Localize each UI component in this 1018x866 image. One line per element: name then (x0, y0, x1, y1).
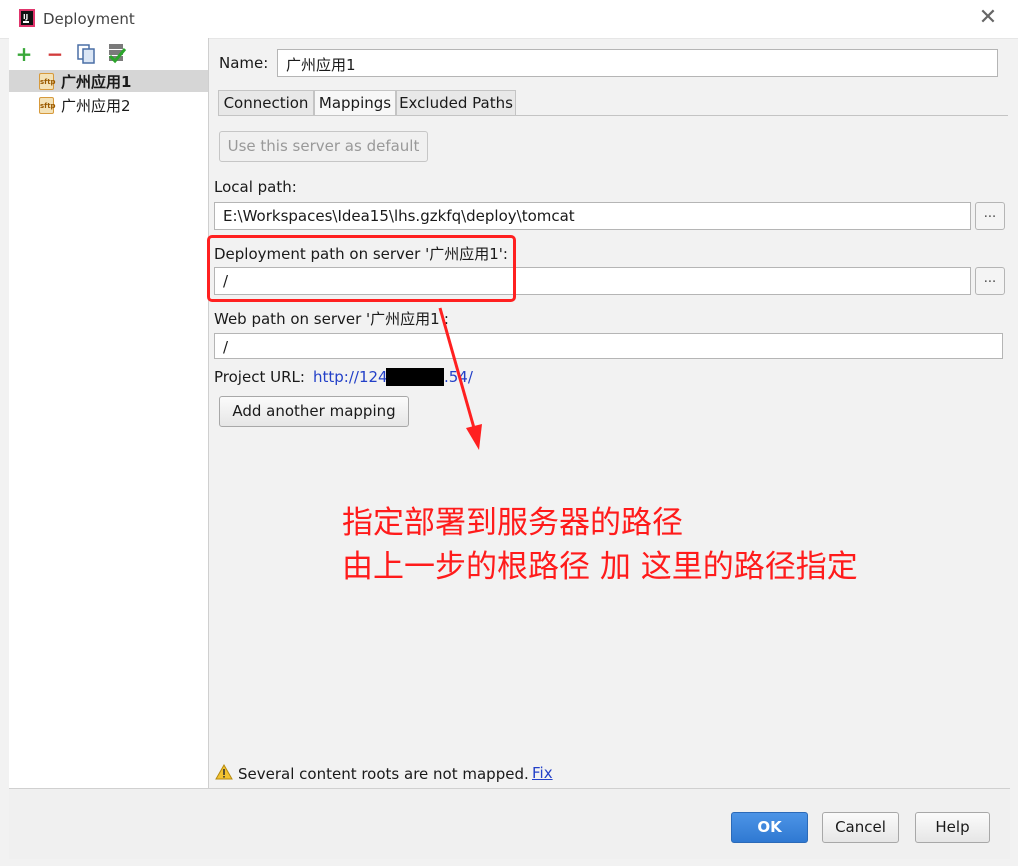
minus-icon[interactable]: − (45, 44, 65, 64)
name-input[interactable]: 广州应用1 (277, 49, 998, 77)
web-path-input[interactable]: / (214, 333, 1003, 359)
close-icon[interactable]: ✕ (976, 6, 1000, 30)
local-path-input[interactable]: E:\Workspaces\Idea15\lhs.gzkfq\deploy\to… (214, 202, 971, 230)
local-path-browse-button[interactable]: ... (975, 202, 1005, 230)
sftp-icon: sftp (39, 97, 56, 114)
server-list-item[interactable]: sftp 广州应用2 (9, 94, 208, 116)
annotation-highlight-box (207, 235, 516, 302)
server-list-item[interactable]: sftp 广州应用1 (9, 70, 208, 92)
use-as-default-button[interactable]: Use this server as default (219, 131, 428, 162)
check-server-icon[interactable] (107, 43, 127, 64)
warning-icon (215, 764, 233, 780)
add-mapping-button[interactable]: Add another mapping (219, 396, 409, 427)
web-path-label: Web path on server '广州应用1': (214, 310, 449, 328)
fix-link[interactable]: Fix (532, 764, 553, 782)
sftp-icon: sftp (39, 73, 56, 90)
tab-mappings[interactable]: Mappings (314, 90, 396, 116)
tab-excluded-paths[interactable]: Excluded Paths (396, 90, 516, 116)
name-label: Name: (219, 54, 269, 72)
annotation-line-1: 指定部署到服务器的路径 (342, 505, 683, 541)
local-path-label: Local path: (214, 178, 297, 196)
project-url-link-prefix[interactable]: http://124 (313, 368, 388, 386)
tab-divider (218, 115, 1008, 116)
tab-connection[interactable]: Connection (218, 90, 314, 116)
copy-icon[interactable] (77, 44, 95, 64)
plus-icon[interactable]: + (14, 44, 34, 64)
help-button[interactable]: Help (915, 812, 990, 843)
intellij-app-icon: IJ (19, 9, 35, 27)
cancel-button[interactable]: Cancel (822, 812, 899, 843)
annotation-line-2: 由上一步的根路径 加 这里的路径指定 (342, 549, 858, 585)
title-bar (0, 0, 1018, 39)
deploy-path-browse-button[interactable]: ... (975, 267, 1005, 295)
server-label: 广州应用1 (61, 73, 132, 91)
server-label: 广州应用2 (61, 97, 131, 115)
ok-button[interactable]: OK (731, 812, 808, 843)
server-list-panel (9, 38, 209, 788)
annotation-arrow (438, 307, 482, 450)
svg-text:IJ: IJ (23, 13, 28, 21)
window-title: Deployment (43, 10, 135, 28)
project-url-label: Project URL: (214, 368, 305, 386)
warning-text: Several content roots are not mapped. (238, 765, 529, 783)
